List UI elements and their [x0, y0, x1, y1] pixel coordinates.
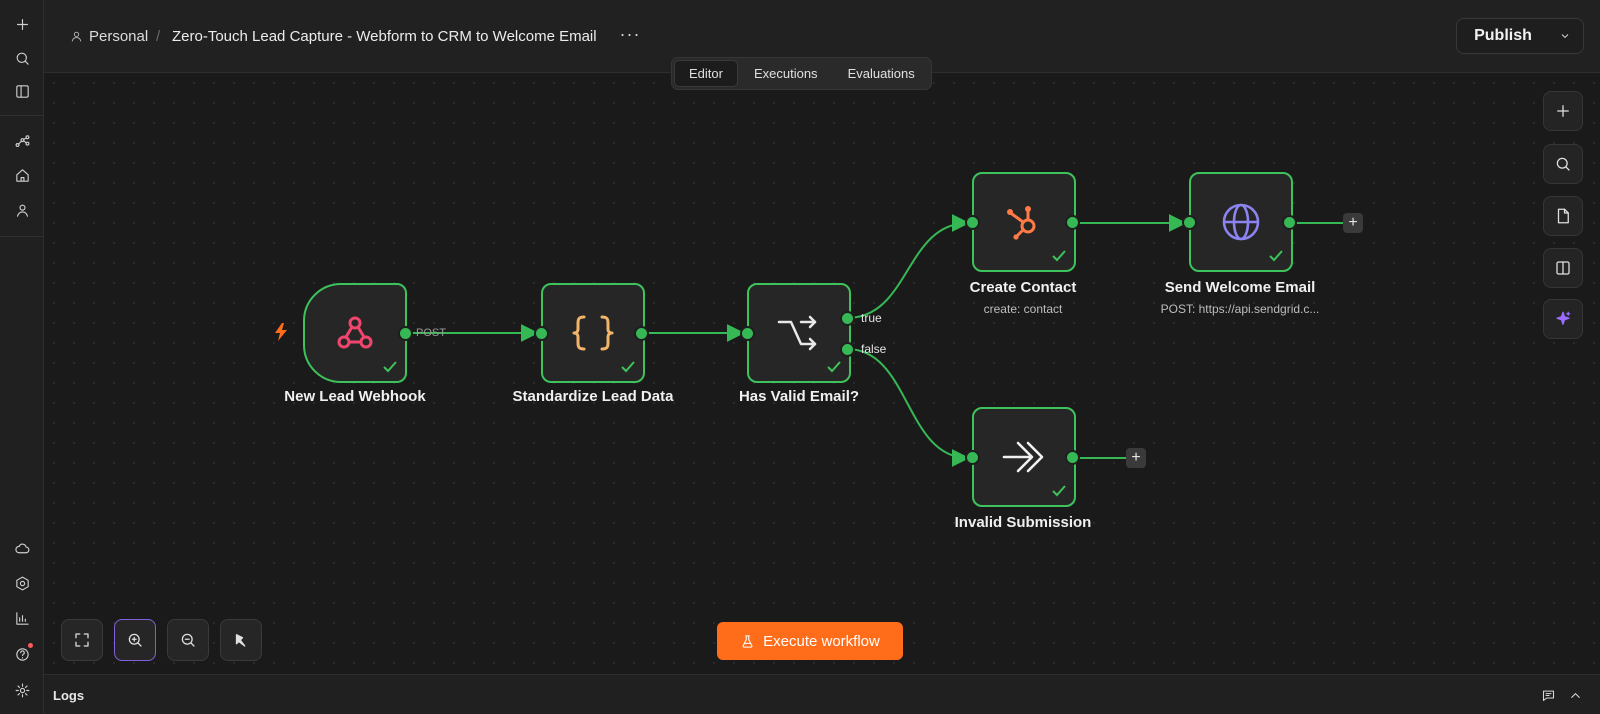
success-check-icon	[621, 361, 635, 373]
breadcrumb-personal[interactable]: Personal	[70, 28, 148, 45]
edge-label-true: true	[861, 311, 882, 325]
search-icon[interactable]	[8, 44, 36, 72]
sparkle-icon	[1556, 311, 1571, 325]
zoom-out-icon	[181, 633, 195, 647]
note-icon	[1557, 208, 1569, 224]
node-label: New Lead Webhook	[284, 388, 426, 405]
chevron-up-icon[interactable]	[1566, 686, 1584, 704]
input-handle[interactable]	[965, 215, 980, 230]
panel-toggle-icon[interactable]	[8, 77, 36, 105]
input-handle[interactable]	[740, 326, 755, 341]
sticky-note-button[interactable]	[1543, 196, 1583, 236]
node-label: Standardize Lead Data	[512, 388, 674, 405]
tab-editor[interactable]: Editor	[674, 60, 738, 87]
tidy-up-button[interactable]	[220, 619, 262, 661]
hubspot-icon	[1007, 206, 1036, 240]
user-icon	[71, 31, 82, 42]
braces-icon	[572, 315, 614, 351]
search-icon	[1556, 157, 1570, 171]
tab-executions[interactable]: Executions	[740, 60, 832, 87]
node-has-valid-email[interactable]	[747, 283, 851, 383]
input-handle[interactable]	[965, 450, 980, 465]
webhook-icon	[337, 316, 373, 349]
success-check-icon	[1052, 485, 1066, 497]
input-handle[interactable]	[534, 326, 549, 341]
zoom-out-button[interactable]	[167, 619, 209, 661]
publish-button[interactable]: Publish	[1457, 27, 1547, 45]
output-handle[interactable]	[1282, 215, 1297, 230]
cloud-icon[interactable]	[8, 534, 36, 562]
node-create-contact[interactable]	[972, 172, 1076, 272]
execute-workflow-label: Execute workflow	[763, 632, 880, 650]
node-new-lead-webhook[interactable]	[303, 283, 407, 383]
breadcrumb-separator: /	[156, 28, 161, 45]
notification-dot	[28, 643, 33, 648]
chevron-down-icon[interactable]	[1547, 19, 1583, 53]
user-icon[interactable]	[8, 196, 36, 224]
templates-icon[interactable]	[8, 569, 36, 597]
tab-evaluations[interactable]: Evaluations	[834, 60, 929, 87]
sidebar-divider	[0, 236, 44, 237]
edge-label-false: false	[861, 342, 887, 356]
output-handle-true[interactable]	[840, 311, 855, 326]
output-handle[interactable]	[1065, 450, 1080, 465]
insights-icon[interactable]	[8, 604, 36, 632]
add-icon[interactable]	[8, 10, 36, 38]
chat-icon[interactable]	[1539, 686, 1557, 704]
fit-view-icon	[75, 633, 89, 647]
workflows-icon[interactable]	[8, 127, 36, 155]
success-check-icon	[1052, 250, 1066, 262]
output-handle-false[interactable]	[840, 342, 855, 357]
left-sidebar	[0, 0, 44, 714]
output-handle[interactable]	[634, 326, 649, 341]
search-nodes-button[interactable]	[1543, 144, 1583, 184]
flask-icon	[742, 634, 753, 648]
brush-icon	[235, 634, 246, 647]
node-send-welcome-email[interactable]	[1189, 172, 1293, 272]
node-label: Has Valid Email?	[738, 388, 860, 405]
add-node-button[interactable]: +	[1343, 213, 1363, 233]
plus-icon	[1557, 105, 1569, 117]
toggle-panel-button[interactable]	[1543, 248, 1583, 288]
home-icon[interactable]	[8, 161, 36, 189]
sidebar-divider	[0, 115, 44, 116]
zoom-in-icon	[128, 633, 142, 647]
breadcrumb-personal-label: Personal	[89, 28, 149, 45]
logs-label: Logs	[53, 688, 85, 703]
node-label: Create Contact	[969, 279, 1077, 296]
branch-icon	[777, 315, 817, 351]
zoom-to-fit-button[interactable]	[61, 619, 103, 661]
edge-label-post: POST	[416, 327, 446, 339]
publish-group: Publish	[1456, 18, 1584, 54]
output-handle[interactable]	[398, 326, 413, 341]
output-handle[interactable]	[1065, 215, 1080, 230]
workflow-title[interactable]: Zero-Touch Lead Capture - Webform to CRM…	[172, 28, 597, 45]
zoom-in-button[interactable]	[114, 619, 156, 661]
node-label: Invalid Submission	[954, 514, 1092, 531]
node-label: Send Welcome Email	[1164, 279, 1316, 296]
trigger-bolt-icon	[275, 323, 287, 341]
node-standardize-lead-data[interactable]	[541, 283, 645, 383]
more-options-button[interactable]: ···	[614, 22, 646, 50]
success-check-icon	[827, 361, 841, 373]
node-subtitle: POST: https://api.sendgrid.c...	[1160, 302, 1320, 316]
panel-icon	[1556, 261, 1570, 275]
add-node-button[interactable]: +	[1126, 448, 1146, 468]
settings-gear-icon[interactable]	[8, 676, 36, 704]
input-handle[interactable]	[1182, 215, 1197, 230]
node-invalid-submission[interactable]	[972, 407, 1076, 507]
help-icon[interactable]	[8, 640, 36, 668]
view-tabs: Editor Executions Evaluations	[671, 57, 932, 90]
no-op-icon	[1002, 441, 1044, 473]
add-node-panel-button[interactable]	[1543, 91, 1583, 131]
logs-bar[interactable]: Logs	[44, 674, 1600, 714]
execute-workflow-button[interactable]: Execute workflow	[717, 622, 903, 660]
globe-icon	[1222, 203, 1260, 241]
node-subtitle: create: contact	[983, 302, 1063, 316]
ai-assistant-button[interactable]	[1543, 299, 1583, 339]
success-check-icon	[383, 361, 397, 373]
success-check-icon	[1269, 250, 1283, 262]
